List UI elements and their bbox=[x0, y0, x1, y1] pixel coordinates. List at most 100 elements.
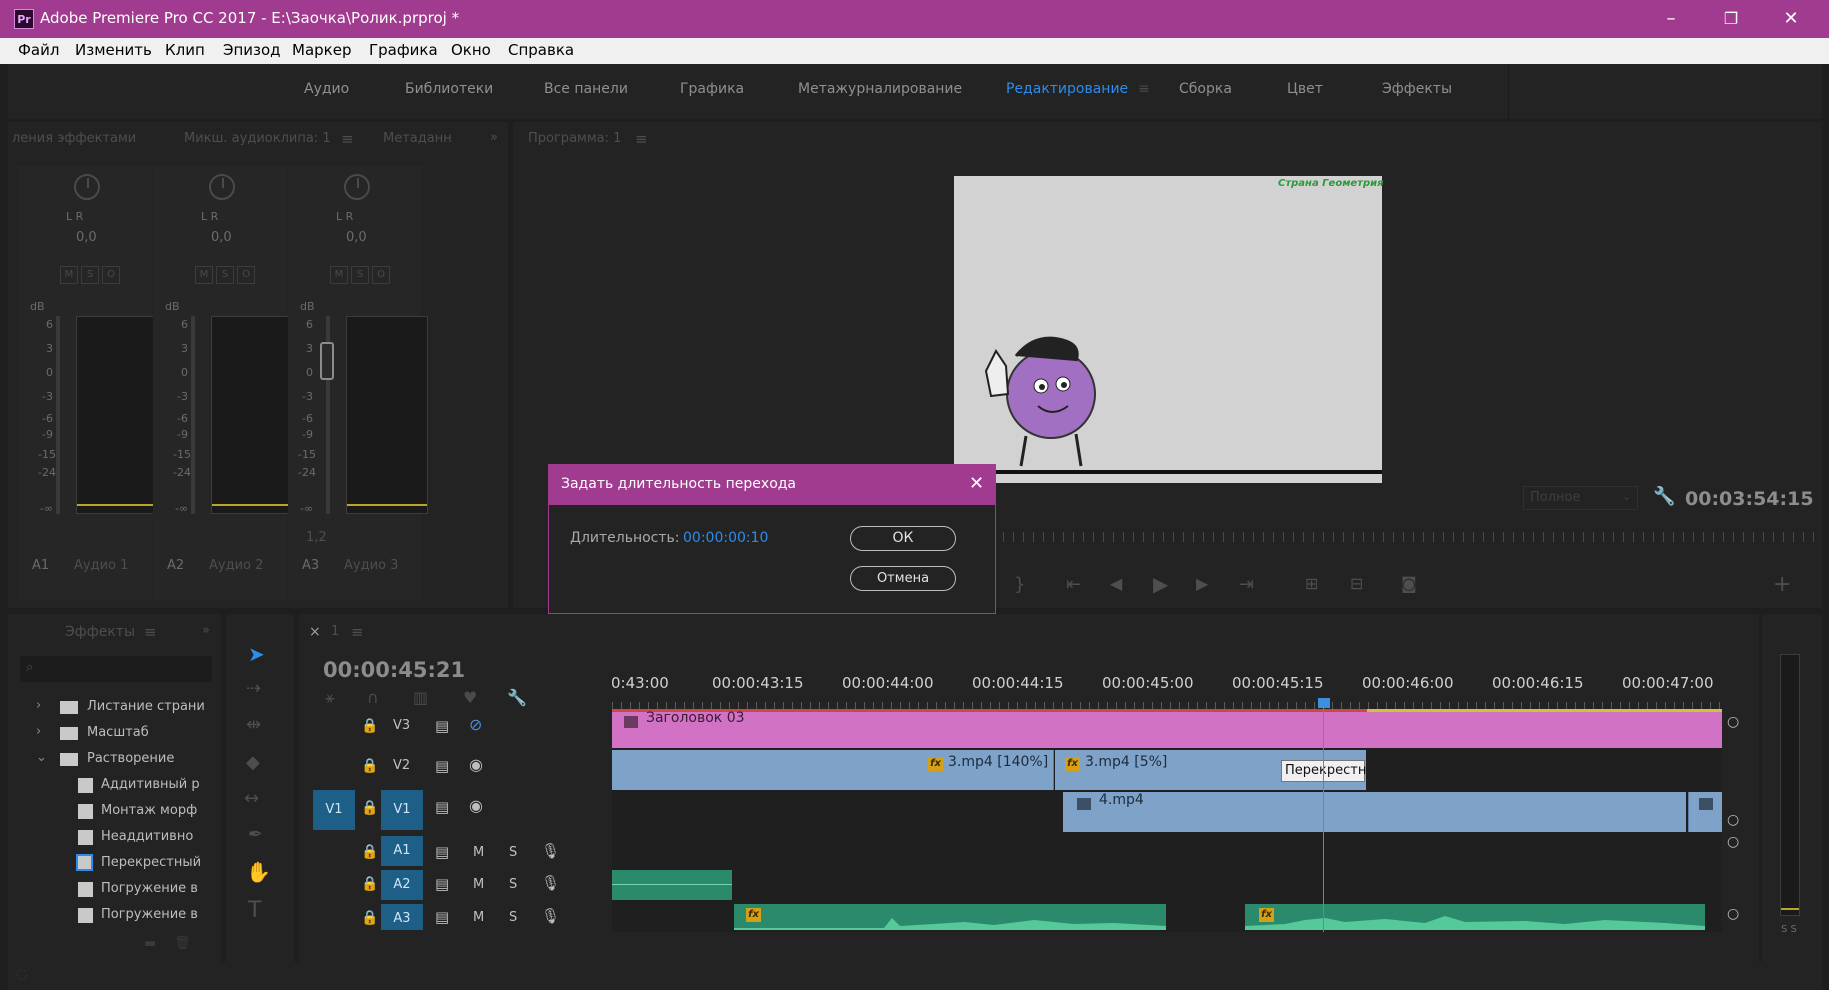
pen-tool-icon[interactable]: ✒ bbox=[248, 824, 263, 845]
effects-item[interactable]: Погружение в bbox=[8, 903, 221, 929]
track-select-tool-icon[interactable]: ⇢ bbox=[246, 678, 261, 699]
fader-handle[interactable] bbox=[320, 342, 334, 380]
selection-tool-icon[interactable]: ➤ bbox=[248, 642, 265, 666]
timeline-tab-close[interactable]: × bbox=[309, 624, 321, 640]
lock-icon[interactable]: 🔒 bbox=[361, 718, 378, 734]
track-target-a3[interactable]: A3 bbox=[381, 904, 423, 930]
lock-icon[interactable]: 🔒 bbox=[361, 758, 378, 774]
film-icon[interactable]: ▤ bbox=[435, 757, 449, 775]
pan-knob[interactable] bbox=[74, 174, 100, 200]
scroll-circle-icon[interactable]: ○ bbox=[1727, 906, 1739, 922]
workspace-assembly[interactable]: Сборка bbox=[1179, 81, 1232, 97]
fx-badge[interactable]: fx bbox=[1065, 757, 1080, 771]
eye-hidden-icon[interactable]: ⊘ bbox=[469, 715, 482, 734]
marker-icon[interactable]: ♥ bbox=[463, 688, 477, 707]
slip-tool-icon[interactable]: ↔ bbox=[244, 788, 259, 809]
film-icon[interactable]: ▤ bbox=[435, 717, 449, 735]
film-icon[interactable]: ▤ bbox=[435, 908, 449, 926]
eye-icon[interactable]: ◉ bbox=[469, 755, 483, 774]
effects-folder-dissolve[interactable]: ⌄ Растворение bbox=[8, 747, 221, 773]
audio-clip-a3-b[interactable]: fx bbox=[1245, 904, 1705, 930]
trash-icon[interactable]: 🗑 bbox=[174, 936, 191, 951]
add-button[interactable]: + bbox=[1773, 572, 1791, 597]
record-button[interactable]: O bbox=[237, 266, 255, 284]
menu-marker[interactable]: Маркер bbox=[292, 41, 351, 59]
type-tool-icon[interactable]: T bbox=[248, 898, 261, 923]
ok-button[interactable]: ОК bbox=[850, 526, 956, 551]
tab-audio-clip-mixer[interactable]: Микш. аудиоклипа: 1 bbox=[184, 131, 331, 146]
workspace-effects[interactable]: Эффекты bbox=[1382, 81, 1452, 97]
solo-button[interactable]: S bbox=[509, 877, 517, 892]
track-target-a1[interactable]: A1 bbox=[381, 836, 423, 866]
new-bin-icon[interactable]: ▬ bbox=[144, 936, 156, 951]
lock-icon[interactable]: 🔒 bbox=[361, 910, 378, 926]
timeline-tab[interactable]: 1 bbox=[331, 624, 339, 639]
fader-track[interactable] bbox=[56, 316, 60, 514]
fader-value[interactable]: 1,2 bbox=[306, 530, 327, 545]
clip-4mp4[interactable]: 4.mp4 bbox=[1063, 792, 1686, 832]
film-icon[interactable]: ▤ bbox=[435, 843, 449, 861]
audio-clip-a2[interactable] bbox=[612, 870, 732, 900]
microphone-icon[interactable]: 🎙 bbox=[541, 842, 560, 860]
mute-button[interactable]: M bbox=[195, 266, 213, 284]
scroll-circle-icon[interactable]: ○ bbox=[1727, 714, 1739, 730]
hand-tool-icon[interactable]: ✋ bbox=[246, 860, 271, 884]
panel-more-icon[interactable]: » bbox=[490, 130, 498, 145]
fader-track[interactable] bbox=[191, 316, 195, 514]
menu-clip[interactable]: Клип bbox=[165, 41, 205, 59]
snap-icon[interactable]: ∩ bbox=[367, 688, 379, 707]
workspace-menu-icon[interactable]: ≡ bbox=[1138, 81, 1150, 97]
quality-dropdown[interactable]: Полное ⌄ bbox=[1523, 486, 1638, 510]
track-target-a2[interactable]: A2 bbox=[381, 870, 423, 900]
record-button[interactable]: O bbox=[102, 266, 120, 284]
duration-value-field[interactable]: 00:00:00:10 bbox=[683, 530, 768, 546]
cancel-button[interactable]: Отмена bbox=[850, 566, 956, 591]
workspace-all-panels[interactable]: Все панели bbox=[544, 81, 628, 97]
menu-edit[interactable]: Изменить bbox=[75, 41, 152, 59]
close-window-button[interactable]: ✕ bbox=[1766, 4, 1816, 34]
tab-effect-controls[interactable]: ления эффектами bbox=[12, 131, 136, 146]
go-to-out-icon[interactable]: ⇥ bbox=[1239, 574, 1254, 595]
pan-value[interactable]: 0,0 bbox=[211, 230, 232, 245]
tab-metadata[interactable]: Метаданн bbox=[383, 131, 452, 146]
workspace-editing[interactable]: Редактирование bbox=[1006, 81, 1128, 97]
program-ruler[interactable] bbox=[1003, 532, 1817, 542]
menu-graphics[interactable]: Графика bbox=[369, 41, 438, 59]
go-to-in-icon[interactable]: ⇤ bbox=[1066, 574, 1081, 595]
effects-item[interactable]: Погружение в bbox=[8, 877, 221, 903]
meter-solo-buttons[interactable]: S S bbox=[1781, 924, 1797, 935]
effects-folder-zoom[interactable]: › Масштаб bbox=[8, 721, 221, 747]
play-icon[interactable]: ▶ bbox=[1153, 572, 1168, 596]
lock-icon[interactable]: 🔒 bbox=[361, 844, 378, 860]
clip-4mp4-end[interactable] bbox=[1688, 792, 1722, 832]
pan-knob[interactable] bbox=[209, 174, 235, 200]
lock-icon[interactable]: 🔒 bbox=[361, 800, 378, 816]
mute-button[interactable]: M bbox=[473, 877, 484, 892]
razor-tool-icon[interactable]: ◆ bbox=[246, 752, 260, 773]
audio-clip-a3-a[interactable]: fx bbox=[734, 904, 1166, 930]
menu-window[interactable]: Окно bbox=[451, 41, 491, 59]
nest-icon[interactable]: ⚹ bbox=[325, 688, 335, 708]
step-forward-icon[interactable]: ▶ bbox=[1196, 574, 1208, 593]
timeline-timecode[interactable]: 00:00:45:21 bbox=[323, 658, 465, 682]
playhead-handle[interactable] bbox=[1318, 698, 1330, 708]
solo-button[interactable]: S bbox=[509, 845, 517, 860]
program-menu-icon[interactable]: ≡ bbox=[635, 130, 648, 148]
effects-more-icon[interactable]: » bbox=[202, 623, 210, 638]
microphone-icon[interactable]: 🎙 bbox=[541, 874, 560, 892]
film-icon[interactable]: ▤ bbox=[435, 875, 449, 893]
step-back-icon[interactable]: ◀ bbox=[1110, 574, 1122, 593]
mute-button[interactable]: M bbox=[473, 910, 484, 925]
pan-knob[interactable] bbox=[344, 174, 370, 200]
effects-item[interactable]: Монтаж морф bbox=[8, 799, 221, 825]
lock-icon[interactable]: 🔒 bbox=[361, 876, 378, 892]
clip-3mp4-a[interactable]: fx 3.mp4 [140%] bbox=[612, 750, 1054, 790]
scroll-circle-icon[interactable]: ○ bbox=[1727, 812, 1739, 828]
scroll-circle-icon[interactable]: ○ bbox=[1727, 834, 1739, 850]
linked-selection-icon[interactable]: ▥ bbox=[413, 688, 428, 707]
menu-file[interactable]: Файл bbox=[18, 41, 59, 59]
effects-search-input[interactable]: ⌕ bbox=[20, 656, 212, 682]
wrench-icon[interactable]: 🔧 bbox=[1653, 486, 1675, 507]
timeline-wrench-icon[interactable]: 🔧 bbox=[507, 688, 527, 707]
lift-icon[interactable]: ⊞ bbox=[1305, 574, 1318, 593]
